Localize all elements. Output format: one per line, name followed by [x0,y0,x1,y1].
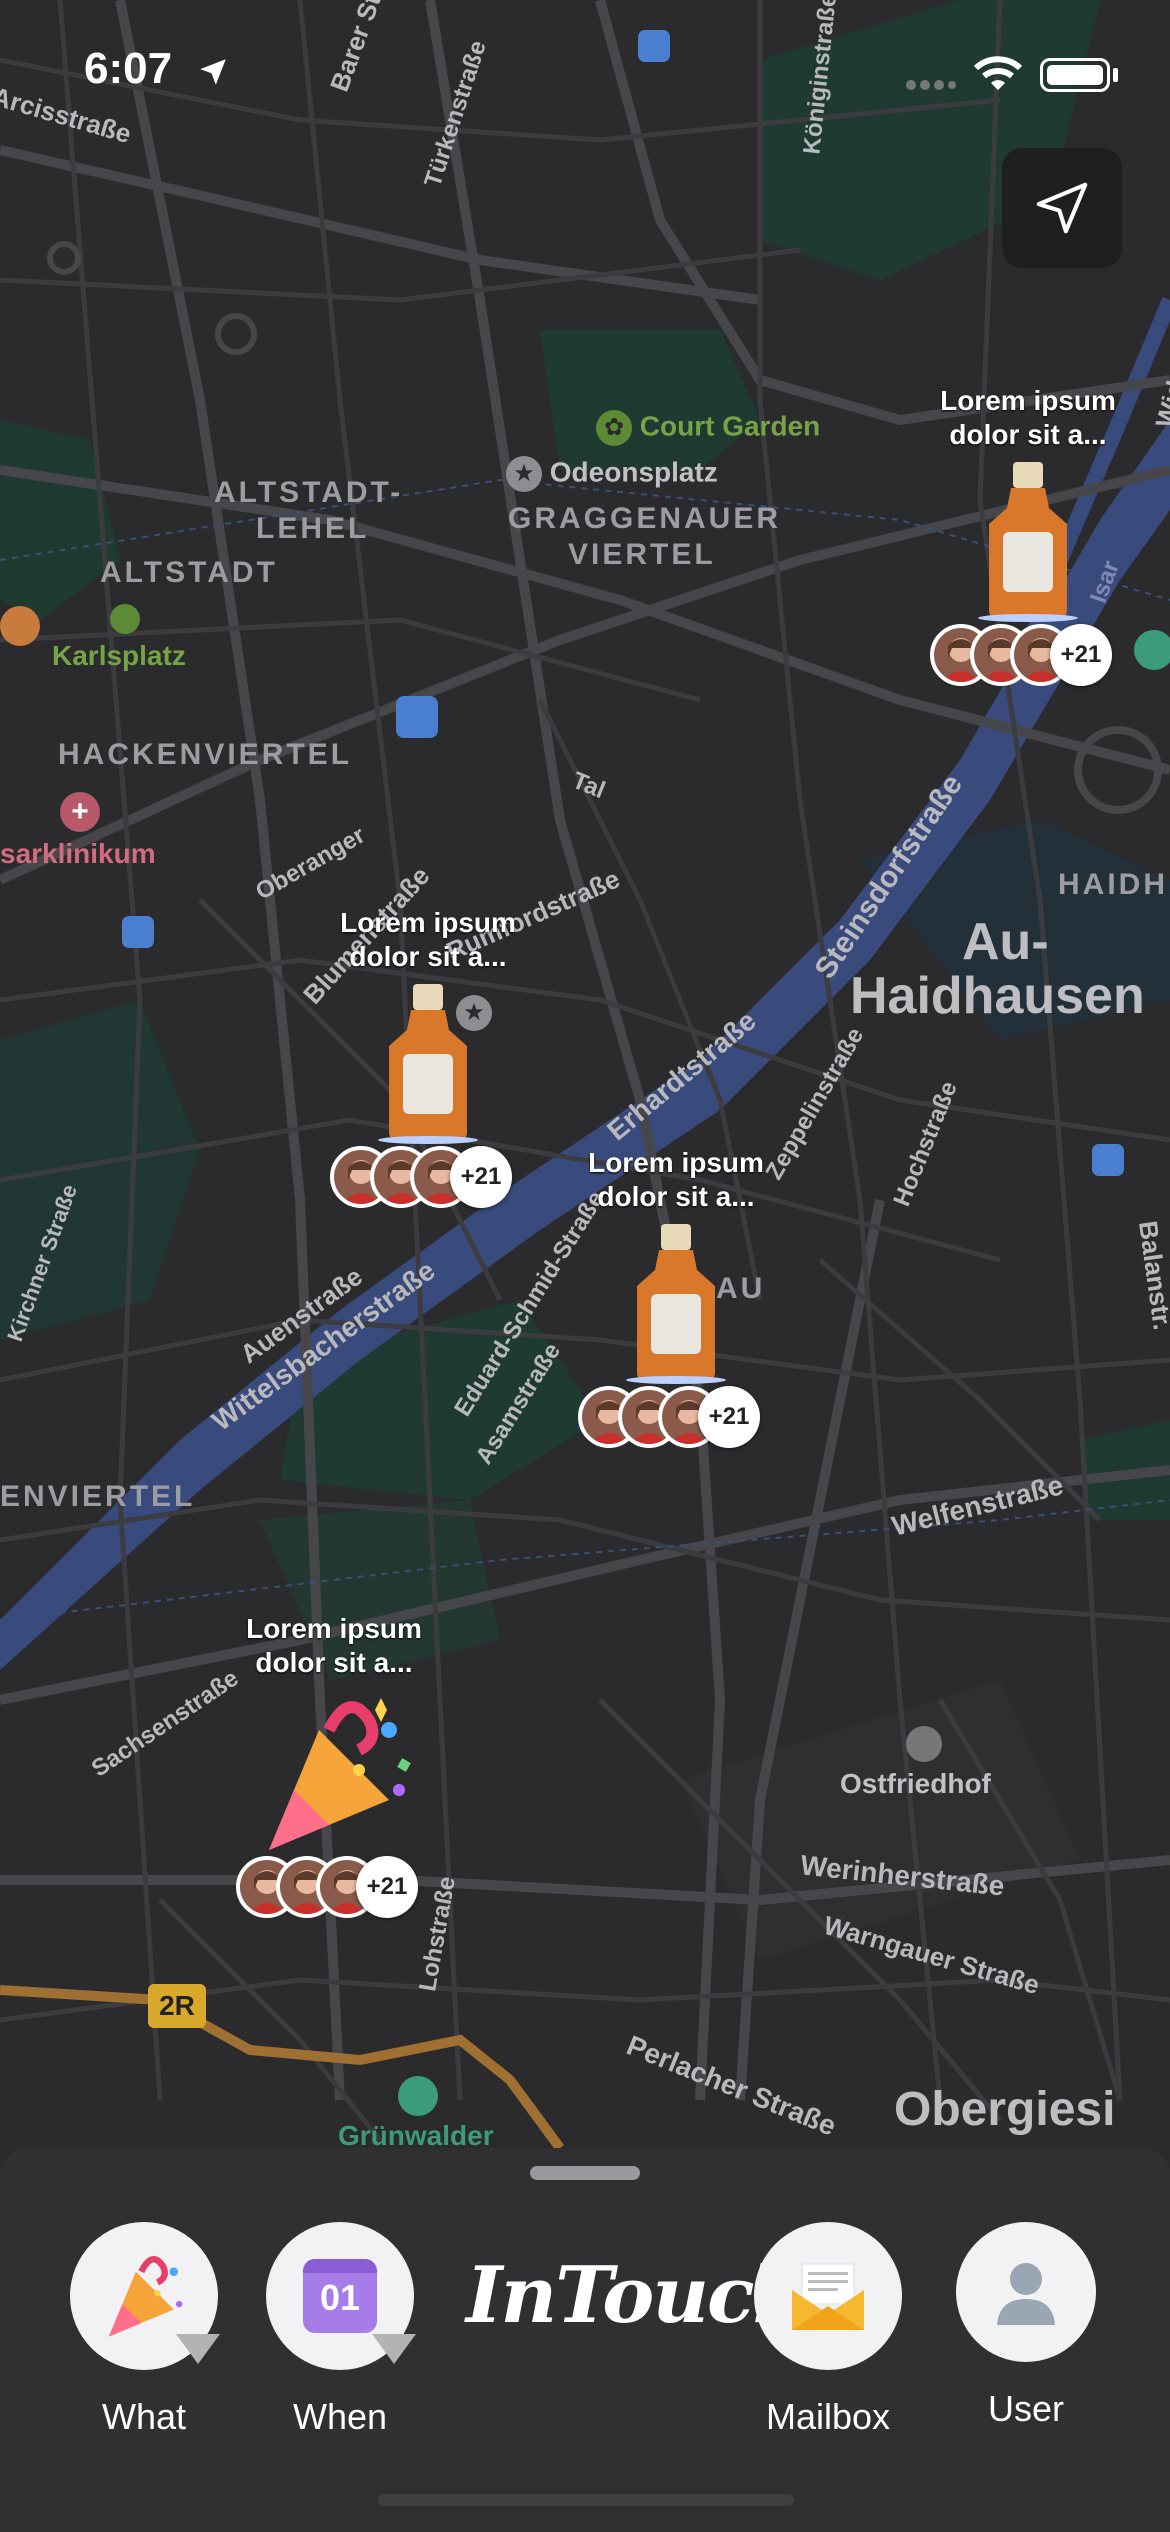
bottle-icon [978,462,1078,622]
more-attendees-count: +21 [698,1386,760,1448]
party-popper-icon [269,1698,411,1850]
bottom-sheet[interactable]: What 01 When InTouch Mailbox User [0,2148,1170,2532]
tab-label: What [101,2396,187,2437]
district-label: HAIDH [1058,868,1168,901]
attendee-avatars[interactable]: +21 [576,1386,776,1452]
what-button[interactable] [70,2222,220,2370]
bottle-icon [378,984,478,1144]
poi-ostfriedhof[interactable]: Ostfriedhof [840,1768,991,1800]
clock: 6:07 [84,44,173,93]
navigation-arrow-icon [1036,182,1088,234]
party-popper-icon [108,2256,183,2337]
event-pin[interactable]: Lorem ipsum dolor sit a... +21 [576,1146,776,1452]
envelope-icon [792,2263,864,2330]
event-title-line1: Lorem ipsum [940,385,1116,416]
user-button[interactable] [956,2222,1096,2362]
tab-label: Mailbox [765,2396,891,2437]
city-label: Obergiesi [894,2083,1116,2136]
shop-icon [0,606,40,646]
event-title-line1: Lorem ipsum [340,907,516,938]
cemetery-icon [906,1726,942,1762]
district-label: ENVIERTEL [0,1480,196,1513]
current-location-button[interactable] [1002,148,1122,268]
poi-isarklinikum[interactable]: sarklinikum [0,838,156,870]
road-badge: 2R [148,1984,206,2028]
signal-icon [906,80,956,90]
bottle-icon [626,1224,726,1384]
stadium-icon [398,2076,438,2116]
subway-icon [1092,1144,1124,1176]
sheet-drag-handle[interactable] [530,2166,640,2180]
wifi-icon [973,56,1023,90]
poi-label: Odeonsplatz [549,456,718,488]
battery-icon [1040,58,1110,92]
calendar-icon: 01 [303,2259,377,2333]
event-title-line2: dolor sit a... [349,941,507,972]
poi-karlsplatz[interactable]: Karlsplatz [52,640,186,672]
flower-icon: ✿ [596,410,632,446]
tab-label: When [292,2396,388,2437]
subway-icon [122,916,154,948]
event-pin[interactable]: Lorem ipsum dolor sit a... +21 [328,906,528,1212]
attendee-avatars[interactable]: +21 [928,624,1128,690]
event-title-line2: dolor sit a... [949,419,1107,450]
event-title-line1: Lorem ipsum [246,1613,422,1644]
tab-when[interactable]: 01 When [260,2222,420,2438]
home-indicator [378,2494,794,2506]
train-icon [396,696,438,738]
mailbox-button[interactable] [754,2222,902,2370]
district-label: LEHEL [256,512,370,545]
more-attendees-count: +21 [450,1146,512,1208]
hospital-icon: + [60,792,100,832]
dropdown-triangle-icon [372,2334,416,2364]
district-label: VIERTEL [568,538,716,571]
event-title-line2: dolor sit a... [597,1181,755,1212]
district-label: ALTSTADT [100,556,278,589]
attendee-avatars[interactable]: +21 [328,1146,528,1212]
dropdown-triangle-icon [176,2334,220,2364]
tab-what[interactable]: What [64,2222,224,2438]
poi-court-garden[interactable]: ✿ Court Garden [596,410,820,446]
event-title-line2: dolor sit a... [255,1647,413,1678]
event-title-line1: Lorem ipsum [588,1147,764,1178]
star-icon: ★ [506,456,542,492]
user-icon [997,2263,1055,2325]
park-icon [1134,630,1170,670]
calendar-day: 01 [319,2277,361,2318]
location-arrow-icon [200,59,226,85]
poi-label: Court Garden [639,410,821,442]
battery-tip [1113,68,1118,82]
more-attendees-count: +21 [356,1856,418,1918]
status-bar: 6:07 [0,0,1170,140]
district-label: GRAGGENAUER [508,502,782,535]
poi-odeonsplatz[interactable]: ★ Odeonsplatz [506,456,718,492]
event-pin[interactable]: Lorem ipsum dolor sit a... +21 [234,1612,434,1922]
event-pin[interactable]: Lorem ipsum dolor sit a... +21 [928,384,1128,690]
district-label: HACKENVIERTEL [58,738,353,771]
when-button[interactable]: 01 [266,2222,416,2370]
city-label: Au- [962,913,1049,971]
district-label: ALTSTADT- [214,476,404,509]
attendee-avatars[interactable]: +21 [234,1856,434,1922]
tab-user[interactable]: User [946,2222,1106,2430]
tab-mailbox[interactable]: Mailbox [748,2222,908,2438]
tab-label: User [987,2388,1064,2429]
city-label: Haidhausen [850,967,1145,1025]
tram-stop-icon [110,604,140,634]
more-attendees-count: +21 [1050,624,1112,686]
